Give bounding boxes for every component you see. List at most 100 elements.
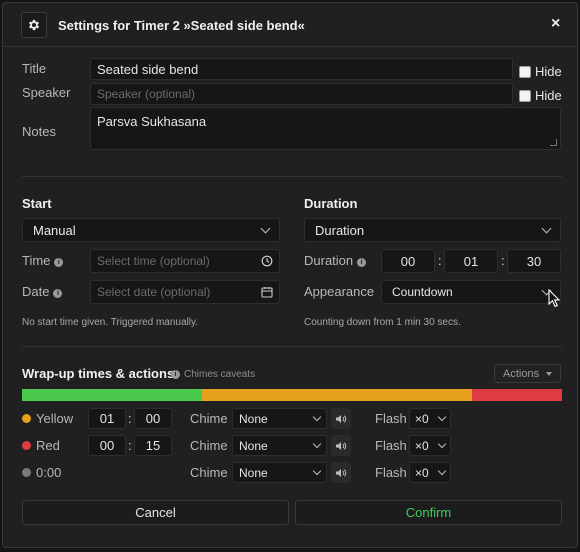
title-hide-label: Hide — [535, 64, 562, 79]
duration-mode-select[interactable]: Duration — [304, 218, 561, 242]
status-dot-icon — [22, 468, 31, 477]
wrapup-row-label-text: 0:00 — [36, 465, 62, 480]
start-time-label-text: Time — [22, 253, 51, 268]
start-time-input[interactable]: Select time (optional) — [90, 249, 280, 273]
appearance-select[interactable]: Countdown — [381, 280, 561, 304]
chevron-down-icon — [312, 439, 322, 448]
time-separator: : — [128, 411, 132, 426]
flash-label: Flash — [375, 411, 407, 426]
title-input[interactable]: Seated side bend — [90, 58, 513, 80]
wrapup-seconds-input[interactable]: 00 — [134, 408, 172, 429]
status-dot-icon — [22, 414, 31, 423]
flash-label: Flash — [375, 438, 407, 453]
speaker-input[interactable]: Speaker (optional) — [90, 83, 513, 105]
caret-down-icon — [546, 371, 552, 376]
flash-select[interactable]: ×0 — [409, 408, 451, 429]
wrapup-seconds-input[interactable]: 15 — [134, 435, 172, 456]
play-chime-button[interactable] — [331, 462, 351, 483]
duration-seconds-input[interactable]: 30 — [507, 249, 561, 273]
time-separator: : — [501, 253, 505, 268]
chimes-caveats-link[interactable]: i Chimes caveats — [171, 369, 255, 380]
start-mode-value: Manual — [33, 222, 76, 238]
settings-dialog: Settings for Timer 2 »Seated side bend« … — [2, 2, 578, 548]
calendar-icon — [261, 287, 273, 298]
notes-label: Notes — [22, 124, 56, 139]
gear-icon — [28, 19, 40, 31]
flash-label: Flash — [375, 465, 407, 480]
resize-grip-icon[interactable] — [550, 139, 557, 146]
chime-select[interactable]: None — [232, 408, 327, 429]
wrapup-row-label: 0:00 — [22, 465, 61, 480]
cancel-button[interactable]: Cancel — [22, 500, 289, 525]
duration-heading: Duration — [304, 196, 358, 211]
time-separator: : — [128, 438, 132, 453]
flash-value: ×0 — [415, 438, 429, 453]
section-divider-2 — [22, 346, 562, 347]
chime-value: None — [239, 465, 268, 480]
flash-select[interactable]: ×0 — [409, 462, 451, 483]
actions-label: Actions — [503, 367, 540, 380]
confirm-button[interactable]: Confirm — [295, 500, 562, 525]
info-icon[interactable]: i — [53, 289, 63, 298]
wrapup-bar-segment — [201, 389, 472, 401]
chime-select[interactable]: None — [232, 435, 327, 456]
start-time-label: Time i — [22, 253, 64, 268]
title-hide-checkbox[interactable] — [519, 65, 531, 78]
wrapup-row-label-text: Yellow — [36, 411, 74, 426]
speaker-icon — [336, 414, 347, 423]
time-separator: : — [438, 253, 442, 268]
start-date-input[interactable]: Select date (optional) — [90, 280, 280, 304]
chimes-caveats-text: Chimes caveats — [184, 369, 256, 380]
chime-value: None — [239, 411, 268, 426]
start-date-label: Date i — [22, 284, 63, 299]
section-divider-1 — [22, 176, 562, 177]
duration-mode-value: Duration — [315, 222, 365, 238]
start-date-label-text: Date — [22, 284, 50, 299]
start-heading: Start — [22, 196, 52, 211]
title-hide-toggle[interactable]: Hide — [519, 64, 562, 79]
info-icon[interactable]: i — [357, 258, 367, 267]
chevron-down-icon — [437, 439, 447, 448]
speaker-label: Speaker — [22, 85, 71, 100]
actions-dropdown[interactable]: Actions — [494, 364, 561, 383]
start-time-placeholder: Select time (optional) — [97, 254, 210, 268]
wrapup-bar-segment — [22, 389, 202, 401]
appearance-value: Countdown — [392, 285, 453, 299]
clock-icon — [261, 255, 273, 267]
speaker-icon — [336, 468, 347, 477]
info-icon[interactable]: i — [54, 258, 64, 267]
flash-select[interactable]: ×0 — [409, 435, 451, 456]
play-chime-button[interactable] — [331, 408, 351, 429]
wrapup-row-label: Yellow — [22, 411, 73, 426]
chime-select[interactable]: None — [232, 462, 327, 483]
close-icon[interactable]: × — [551, 16, 560, 32]
title-input-value: Seated side bend — [97, 61, 199, 77]
duration-minutes-input[interactable]: 01 — [444, 249, 498, 273]
status-dot-icon — [22, 441, 31, 450]
flash-value: ×0 — [415, 411, 429, 426]
wrapup-minutes-input[interactable]: 00 — [88, 435, 126, 456]
wrapup-minutes-input[interactable]: 01 — [88, 408, 126, 429]
speaker-hide-checkbox[interactable] — [519, 89, 531, 102]
notes-value: Parsva Sukhasana — [97, 114, 207, 129]
chevron-down-icon — [312, 412, 322, 421]
wrapup-color-bar — [22, 389, 562, 401]
play-chime-button[interactable] — [331, 435, 351, 456]
notes-textarea[interactable]: Parsva Sukhasana — [90, 107, 561, 150]
settings-gear-button[interactable] — [21, 12, 47, 38]
start-hint: No start time given. Triggered manually. — [22, 317, 199, 328]
speaker-placeholder: Speaker (optional) — [97, 87, 196, 101]
chevron-down-icon — [541, 223, 552, 233]
wrapup-bar-segment — [471, 389, 562, 401]
chime-label: Chime — [190, 411, 228, 426]
wrapup-row-label: Red — [22, 438, 60, 453]
chime-label: Chime — [190, 438, 228, 453]
duration-hours-input[interactable]: 00 — [381, 249, 435, 273]
speaker-icon — [336, 441, 347, 450]
title-label: Title — [22, 61, 47, 76]
start-mode-select[interactable]: Manual — [22, 218, 280, 242]
title-divider — [3, 46, 577, 47]
chime-value: None — [239, 438, 268, 453]
speaker-hide-toggle[interactable]: Hide — [519, 88, 562, 103]
info-icon: i — [171, 370, 180, 379]
